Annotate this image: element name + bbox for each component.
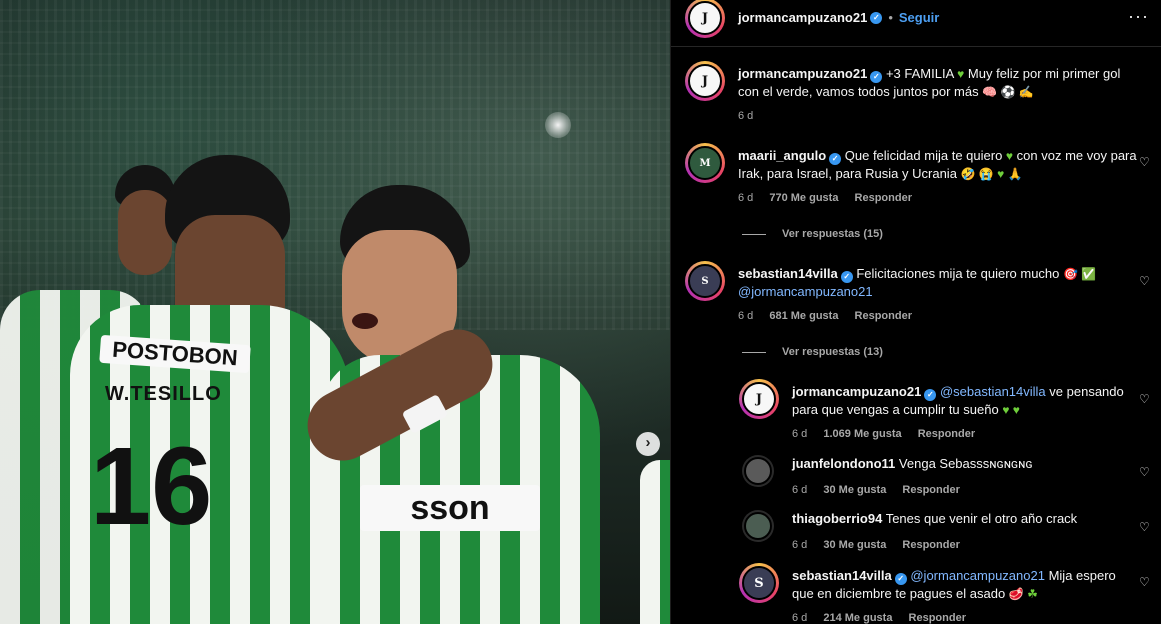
avatar-photo: S [688, 264, 722, 298]
verified-badge-icon: ✓ [894, 573, 907, 585]
caption-author-avatar[interactable]: J [685, 61, 725, 101]
reply-button[interactable]: Responder [855, 192, 912, 204]
avatar-photo [744, 512, 772, 540]
carousel-next-button[interactable]: › [636, 432, 660, 456]
reply-button[interactable]: Responder [918, 428, 975, 440]
author-username[interactable]: jormancampuzano21 [738, 9, 867, 27]
comment-likes[interactable]: 770 Me gusta [769, 192, 838, 204]
reply-item: juanfelondono11 Venga Sebasssɴɢɴɢɴɢ 6 d … [742, 455, 1132, 499]
reply-username[interactable]: sebastian14villa [792, 568, 892, 583]
reply-username[interactable]: thiagoberrio94 [792, 511, 882, 526]
reply-username[interactable]: jormancampuzano21 [792, 384, 921, 399]
author-logo-icon: J [742, 382, 776, 416]
reply-item: thiagoberrio94 Tenes que venir el otro a… [742, 510, 1132, 554]
heart-outline-icon[interactable]: ♡ [1139, 393, 1151, 405]
emoji-group: 🤣 😭 ♥ 🙏 [960, 167, 1023, 181]
reply-button[interactable]: Responder [902, 539, 959, 551]
jersey-sponsor-front: sson [360, 485, 540, 531]
avatar-photo [744, 457, 772, 485]
reply-text: Venga Sebasssɴɢɴɢɴɢ [898, 456, 1033, 471]
comment-time[interactable]: 6 d [738, 192, 753, 204]
reply-button[interactable]: Responder [855, 310, 912, 322]
emoji-group: 🧠 ⚽ ✍ [982, 85, 1034, 99]
reply-time[interactable]: 6 d [792, 484, 807, 496]
reply-username[interactable]: juanfelondono11 [792, 456, 895, 471]
green-heart-emoji: ♥ [1005, 149, 1014, 163]
author-logo-icon: J [688, 1, 722, 35]
replier-avatar[interactable] [742, 455, 774, 487]
view-replies-label: Ver respuestas (13) [782, 346, 883, 358]
view-replies-button[interactable]: Ver respuestas (13) [742, 346, 883, 358]
comment-likes[interactable]: 681 Me gusta [769, 310, 838, 322]
replier-avatar[interactable]: S [739, 563, 779, 603]
replies-line [742, 233, 766, 235]
replier-avatar[interactable]: J [739, 379, 779, 419]
reply-likes[interactable]: 214 Me gusta [823, 612, 892, 624]
author-logo-icon: J [688, 64, 722, 98]
heart-outline-icon[interactable]: ♡ [1139, 156, 1151, 168]
reply-button[interactable]: Responder [902, 484, 959, 496]
jersey-number-back: 16 [90, 425, 213, 548]
commenter-avatar[interactable]: S [685, 261, 725, 301]
verified-badge-icon: ✓ [870, 71, 883, 83]
follow-button[interactable]: Seguir [899, 9, 939, 27]
caption-text: +3 FAMILIA [885, 66, 954, 81]
reply-likes[interactable]: 30 Me gusta [823, 484, 886, 496]
emoji-group: 🥩 ☘ [1008, 587, 1038, 601]
post-caption: J jormancampuzano21 ✓ +3 FAMILIA ♥ Muy fe… [685, 61, 1138, 125]
reply-time[interactable]: 6 d [792, 539, 807, 551]
author-avatar[interactable]: J [685, 0, 725, 38]
reply-likes[interactable]: 1.069 Me gusta [823, 428, 901, 440]
comment-username[interactable]: maarii_angulo [738, 148, 826, 163]
reply-likes[interactable]: 30 Me gusta [823, 539, 886, 551]
heart-outline-icon[interactable]: ♡ [1139, 576, 1151, 588]
comment-username[interactable]: sebastian14villa [738, 266, 838, 281]
heart-outline-icon[interactable]: ♡ [1139, 521, 1151, 533]
comment-text: Felicitaciones mija te quiero mucho [856, 266, 1060, 281]
avatar-photo: S [742, 566, 776, 600]
reply-time[interactable]: 6 d [792, 612, 807, 624]
reply-mention[interactable]: @jormancampuzano21 [910, 568, 1045, 583]
reply-text: Tenes que venir el otro año crack [885, 511, 1078, 526]
heart-outline-icon[interactable]: ♡ [1139, 275, 1151, 287]
caption-username[interactable]: jormancampuzano21 [738, 66, 867, 81]
player-number-16: POSTOBON W.TESILLO 16 [60, 155, 360, 624]
chevron-right-icon: › [645, 434, 651, 451]
reply-time[interactable]: 6 d [792, 428, 807, 440]
comment-time[interactable]: 6 d [738, 310, 753, 322]
avatar-photo: M [688, 146, 722, 180]
view-replies-button[interactable]: Ver respuestas (15) [742, 228, 883, 240]
player-right-edge-jersey [640, 460, 670, 624]
emoji-group: 🎯 ✅ [1063, 267, 1097, 281]
caption-time[interactable]: 6 d [738, 110, 753, 122]
reply-item: S sebastian14villa ✓ @jormancampuzano21 M… [739, 563, 1132, 624]
comment-text: Que felicidad mija te quiero [844, 148, 1003, 163]
header-divider [671, 46, 1161, 47]
verified-badge-icon: ✓ [870, 12, 883, 24]
replies-line [742, 351, 766, 353]
stadium-light [545, 112, 571, 138]
verified-badge-icon: ✓ [840, 271, 853, 283]
verified-badge-icon: ✓ [924, 389, 937, 401]
reply-item: J jormancampuzano21 ✓ @sebastian14villa v… [739, 379, 1132, 443]
post-header-row: J jormancampuzano21 ✓ • Seguir [685, 0, 939, 38]
comment-item: M maarii_angulo ✓ Que felicidad mija te q… [685, 143, 1138, 207]
post-photo[interactable]: POSTOBON W.TESILLO 16 sson › [0, 0, 670, 624]
jersey-name-back: W.TESILLO [105, 383, 222, 405]
heart-outline-icon[interactable]: ♡ [1139, 466, 1151, 478]
comment-mention[interactable]: @jormancampuzano21 [738, 284, 873, 299]
reply-button[interactable]: Responder [909, 612, 966, 624]
green-heart-emoji: ♥ ♥ [1002, 403, 1020, 417]
view-replies-label: Ver respuestas (15) [782, 228, 883, 240]
green-heart-emoji: ♥ [957, 67, 965, 81]
commenter-avatar[interactable]: M [685, 143, 725, 183]
verified-badge-icon: ✓ [829, 153, 842, 165]
separator-dot: • [888, 10, 893, 25]
comment-item: S sebastian14villa ✓ Felicitaciones mija … [685, 261, 1138, 325]
replier-avatar[interactable] [742, 510, 774, 542]
more-options-icon[interactable]: ··· [1128, 6, 1149, 27]
reply-mention[interactable]: @sebastian14villa [940, 384, 1046, 399]
comments-panel: J jormancampuzano21 ✓ • Seguir ··· J jor… [670, 0, 1161, 624]
